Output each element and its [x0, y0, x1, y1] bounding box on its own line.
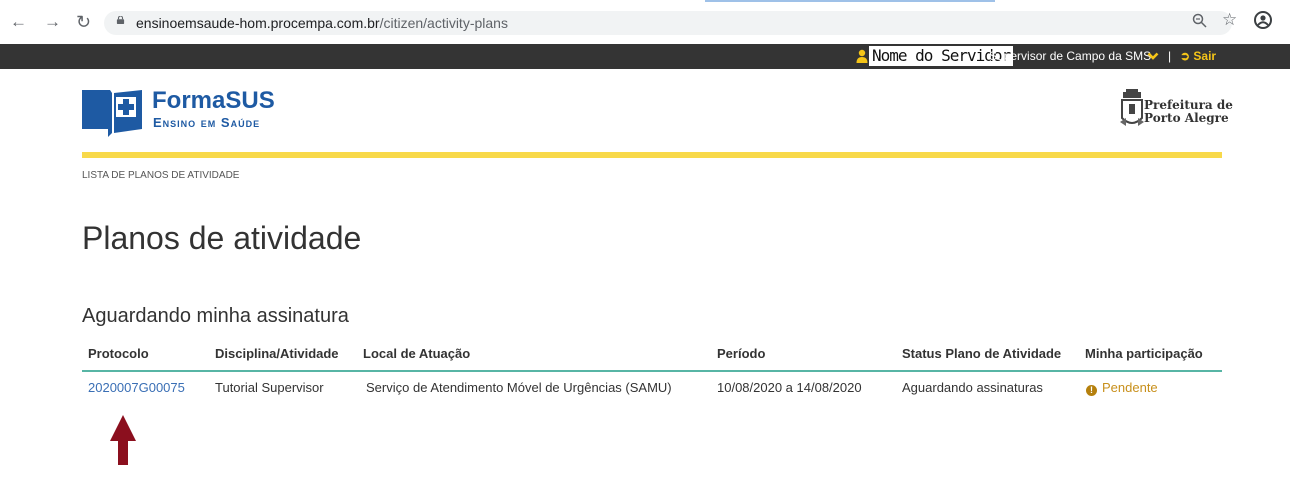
- column-header-periodo[interactable]: Período: [717, 341, 765, 367]
- column-header-participacao[interactable]: Minha participação: [1085, 341, 1203, 367]
- user-bar: Nome do Servidor Supervisor de Campo da …: [0, 44, 1290, 69]
- cell-local: Serviço de Atendimento Móvel de Urgência…: [366, 380, 672, 395]
- tab-strip-accent: [705, 0, 995, 2]
- breadcrumb[interactable]: LISTA DE PLANOS DE ATIVIDADE: [82, 170, 239, 181]
- column-header-status[interactable]: Status Plano de Atividade: [902, 341, 1061, 367]
- reload-icon[interactable]: ↻: [76, 12, 91, 32]
- url-text: ensinoemsaude-hom.procempa.com.br/citize…: [136, 15, 508, 31]
- page-title: Planos de atividade: [82, 220, 362, 256]
- address-bar[interactable]: ensinoemsaude-hom.procempa.com.br/citize…: [104, 11, 1232, 35]
- exclamation-icon: !: [1086, 385, 1097, 396]
- column-header-protocolo[interactable]: Protocolo: [88, 341, 149, 367]
- annotation-arrow: [110, 415, 136, 465]
- back-icon[interactable]: ←: [10, 12, 27, 32]
- chevron-down-icon[interactable]: [1147, 51, 1159, 61]
- logout-icon: ➲: [1180, 49, 1191, 63]
- user-role[interactable]: Supervisor de Campo da SMS: [989, 48, 1151, 64]
- cell-participacao: ! Pendente: [1086, 377, 1158, 399]
- column-header-local[interactable]: Local de Atuação: [363, 341, 470, 367]
- user-icon: [856, 49, 868, 63]
- prefeitura-text: Prefeitura de Porto Alegre: [1144, 99, 1233, 125]
- prefeitura-line-2: Porto Alegre: [1144, 111, 1229, 125]
- cell-periodo: 10/08/2020 a 14/08/2020: [717, 380, 862, 395]
- coat-of-arms-icon: [1120, 89, 1144, 126]
- cell-status: Aguardando assinaturas: [902, 380, 1043, 395]
- section-title: Aguardando minha assinatura: [82, 305, 349, 327]
- forward-icon[interactable]: →: [44, 12, 61, 32]
- logo-subtitle: Ensino em Saúde: [153, 115, 261, 130]
- zoom-icon[interactable]: [1192, 13, 1207, 28]
- table-header-rule: [82, 370, 1222, 372]
- header-divider: [82, 152, 1222, 158]
- protocol-link[interactable]: 2020007G00075: [88, 377, 185, 399]
- lock-icon: [116, 16, 125, 24]
- logout-link[interactable]: ➲ Sair: [1180, 48, 1216, 64]
- profile-icon[interactable]: [1254, 11, 1272, 29]
- browser-toolbar: ← → ↻ ensinoemsaude-hom.procempa.com.br/…: [0, 0, 1290, 44]
- prefeitura-logo[interactable]: Prefeitura de Porto Alegre: [1120, 88, 1233, 134]
- star-icon[interactable]: ☆: [1222, 10, 1237, 30]
- formasus-logo[interactable]: FormaSUS Ensino em Saúde: [82, 87, 292, 137]
- url-path: /citizen/activity-plans: [379, 15, 508, 31]
- cell-disciplina: Tutorial Supervisor: [215, 380, 324, 395]
- bar-separator: |: [1168, 49, 1172, 63]
- logout-label: Sair: [1193, 49, 1217, 63]
- column-header-disciplina[interactable]: Disciplina/Atividade: [215, 341, 339, 367]
- logo-name: FormaSUS: [152, 87, 275, 114]
- url-host: ensinoemsaude-hom.procempa.com.br: [136, 15, 380, 31]
- formasus-logo-icon: [82, 90, 142, 137]
- participation-status: Pendente: [1102, 380, 1158, 395]
